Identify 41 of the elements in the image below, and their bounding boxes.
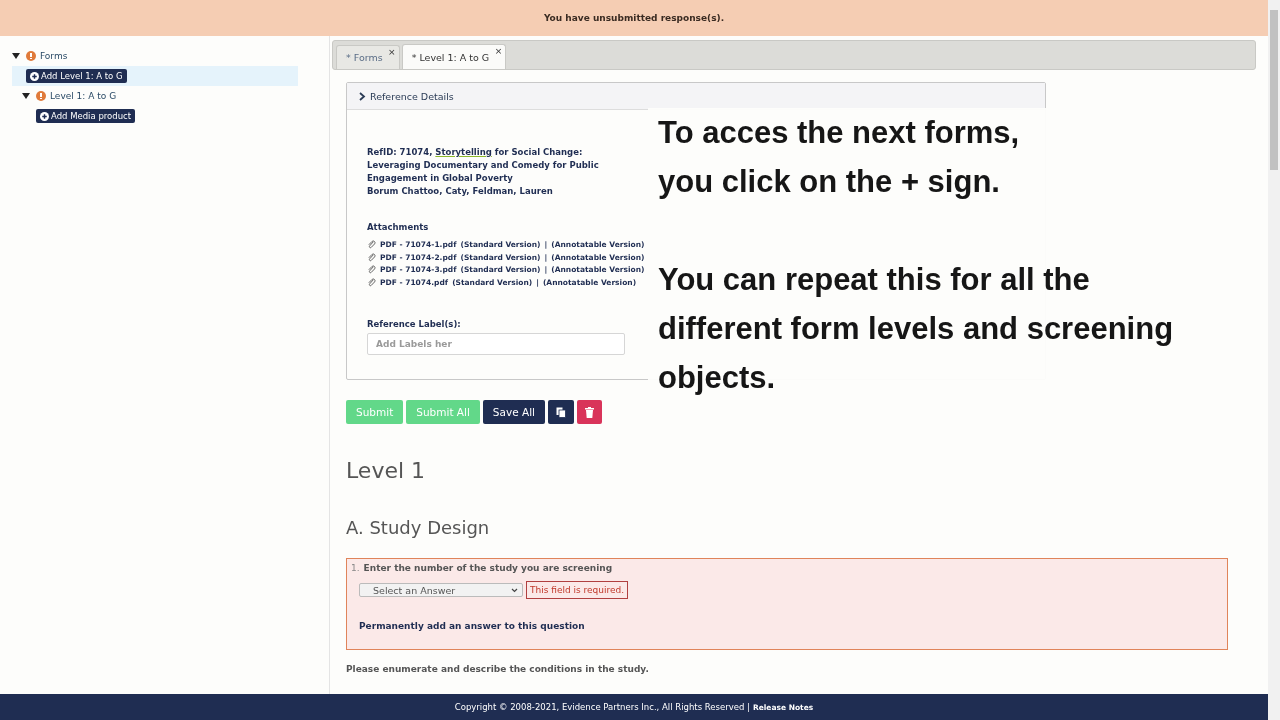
copy-icon bbox=[556, 406, 566, 418]
caret-icon bbox=[511, 587, 518, 593]
tutorial-caption: To acces the next forms, bbox=[658, 114, 1021, 152]
trash-icon bbox=[585, 406, 594, 418]
save-button[interactable]: Save All bbox=[482, 400, 545, 425]
close-icon[interactable]: × bbox=[494, 46, 503, 56]
expand-toggle-icon[interactable] bbox=[12, 52, 20, 60]
plus-circle-icon bbox=[40, 111, 49, 121]
copy-button[interactable] bbox=[548, 400, 574, 425]
chevron-icon bbox=[359, 91, 366, 101]
add-form-button[interactable]: Add Media product bbox=[36, 109, 136, 123]
error-message: This field is required. bbox=[526, 581, 629, 600]
tab[interactable]: * Level 1: A to G × bbox=[401, 44, 507, 69]
tab[interactable]: * Forms × bbox=[336, 45, 400, 69]
tutorial-caption: objects. bbox=[658, 359, 777, 397]
scrollbar[interactable] bbox=[1268, 0, 1280, 720]
tutorial-caption: You can repeat this for all the bbox=[658, 261, 1091, 299]
tutorial-caption: different form levels and screening bbox=[658, 310, 1175, 348]
reference-title: RefID: 71074, Storytelling for Social Change: Leveraging Documentary and Comedy for Public Engagement in Global Poverty bbox=[367, 146, 600, 185]
copyright-text: Copyright © 2008-2021, Evidence Partners Inc., All Rights Reserved | bbox=[454, 702, 750, 712]
section-heading: A. Study Design bbox=[346, 517, 491, 539]
tree-item[interactable]: Forms bbox=[40, 51, 68, 61]
delete-button[interactable] bbox=[577, 400, 602, 425]
level-heading: Level 1 bbox=[346, 458, 427, 484]
unsubmitted-banner: You have unsubmitted response(s). bbox=[0, 0, 1268, 36]
attachments-heading: Attachments bbox=[367, 222, 430, 232]
tutorial-caption: you click on the + sign. bbox=[658, 163, 1001, 201]
question-number: 1. bbox=[351, 563, 360, 574]
add-form-button[interactable]: Add Level 1: A to G bbox=[26, 69, 127, 83]
question-text: Enter the number of the study you are screening bbox=[363, 563, 613, 574]
reference-header[interactable]: Reference Details bbox=[347, 83, 1045, 110]
reference-authors: Borum Chattoo, Caty, Feldman, Lauren bbox=[367, 186, 554, 196]
tree-item[interactable]: Level 1: A to G bbox=[50, 91, 117, 101]
labels-field[interactable]: Add Labels her bbox=[367, 333, 625, 356]
close-icon[interactable]: × bbox=[388, 47, 396, 57]
plus-circle-icon bbox=[30, 71, 39, 81]
expand-toggle-icon[interactable] bbox=[22, 92, 30, 100]
add-answer-link[interactable]: Permanently add an answer to this question bbox=[359, 621, 585, 632]
labels-heading: Reference Label(s): bbox=[367, 319, 462, 330]
answer-select[interactable]: Select an Answer bbox=[359, 583, 523, 598]
question-text: Please enumerate and describe the conditions in the study. bbox=[346, 664, 650, 675]
